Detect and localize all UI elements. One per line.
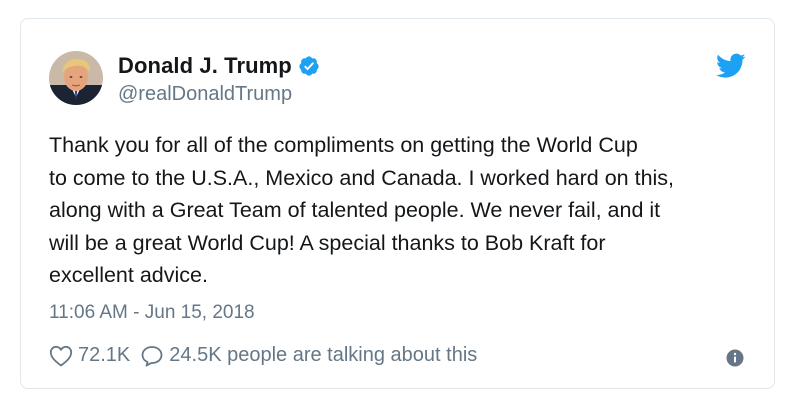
speech-bubble-icon — [140, 345, 164, 367]
tweet-card[interactable]: Donald J. Trump @realDonaldTrump Thank y… — [20, 18, 775, 389]
author-handle[interactable]: @realDonaldTrump — [118, 83, 292, 106]
timestamp-link[interactable]: 11:06 AM - Jun 15, 2018 — [49, 302, 255, 323]
talking-count-label: 24.5K people are talking about this — [169, 344, 478, 366]
twitter-bird-icon[interactable] — [716, 53, 746, 79]
verified-badge-icon — [298, 55, 320, 77]
like-button[interactable]: 72.1K — [49, 344, 130, 367]
tweet-text: Thank you for all of the compliments on … — [49, 133, 675, 287]
author-display-name[interactable]: Donald J. Trump — [118, 53, 292, 79]
tweet-timestamp[interactable]: 11:06 AM - Jun 15, 2018 — [49, 302, 255, 324]
info-icon[interactable] — [726, 349, 744, 367]
tweet-actions: 72.1K 24.5K people are talking about thi… — [49, 344, 477, 367]
author-avatar[interactable] — [49, 51, 103, 105]
heart-icon — [49, 345, 73, 367]
like-count: 72.1K — [78, 344, 131, 366]
reply-button[interactable]: 24.5K people are talking about this — [140, 344, 477, 367]
avatar-image — [49, 51, 103, 105]
author-name-row: Donald J. Trump — [118, 53, 320, 79]
